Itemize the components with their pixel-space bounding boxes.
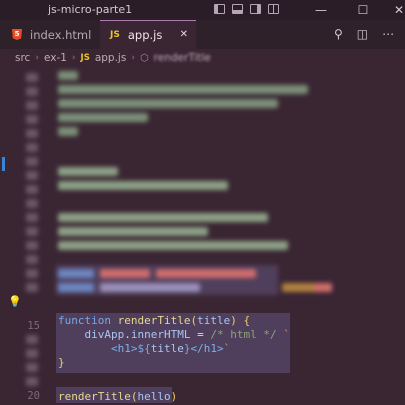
tab-label: index.html [30,27,92,42]
code-line[interactable]: divApp.innerHTML = /* html */ ` [58,328,290,342]
code-token: divApp [84,328,125,341]
line-number-gutter: 15 20 💡 [0,67,48,405]
js-icon: JS [80,53,90,63]
breadcrumb-src[interactable]: src [15,52,30,64]
code-token: </h1> [190,342,224,355]
code-token: ${ [137,342,151,355]
chevron-right-icon: › [131,53,135,63]
chevron-right-icon: › [71,53,76,63]
breadcrumb-folder[interactable]: ex-1 [44,52,67,64]
line-number: 20 [27,390,40,402]
code-token: <h1> [110,342,138,355]
code-token: function [58,314,111,327]
code-token: title [150,342,184,355]
code-area[interactable]: function renderTitle(title) { divApp.inn… [52,67,405,405]
code-line[interactable]: } [58,356,65,370]
code-token: title [197,314,231,327]
code-editor[interactable]: 15 20 💡 function renderTitle(title) {di… [0,67,405,405]
chevron-right-icon: › [35,53,39,63]
code-line[interactable]: <h1>${title}</h1>` [58,342,230,356]
code-token: } [58,356,65,369]
customize-layout-icon[interactable] [268,4,279,14]
layout-controls [214,4,279,14]
window-title: js-micro-parte1 [48,3,133,16]
tab-app-js[interactable]: JS app.js ✕ [100,20,196,49]
breadcrumb: src › ex-1 › JS app.js › ⬡ renderTitle [0,49,405,67]
code-token: renderTitle [117,314,191,327]
code-token: ` [223,342,231,355]
html5-icon: 5 [12,29,22,40]
code-token: /* html */ [210,328,277,341]
code-token: hello [137,390,171,403]
code-line[interactable]: function renderTitle(title) { [58,314,250,328]
code-token: innerHTML [130,328,191,341]
more-actions-icon[interactable]: ⋯ [382,27,394,41]
code-token: . [124,328,131,341]
code-token: = [190,328,211,341]
code-token: ` [283,328,290,341]
symbol-function-icon: ⬡ [139,52,149,64]
tab-index-html[interactable]: 5 index.html [0,20,100,49]
breadcrumb-file[interactable]: app.js [95,52,127,64]
js-icon: JS [110,30,120,40]
lightbulb-icon[interactable]: 💡 [8,295,22,308]
breadcrumb-symbol[interactable]: renderTitle [154,52,211,64]
close-tab-icon[interactable]: ✕ [180,29,188,40]
code-token: ) [230,314,237,327]
close-window-button[interactable]: ✕ [378,0,405,20]
toggle-panel-icon[interactable] [232,4,243,14]
broadcast-icon[interactable]: ⚲ [334,27,343,41]
code-token: { [243,314,251,327]
line-number: 15 [27,320,40,332]
code-line[interactable]: renderTitle(hello) [58,390,177,404]
title-bar: js-micro-parte1 — ☐ ✕ [0,0,405,21]
code-token: ) [170,390,178,403]
tab-label: app.js [127,28,163,42]
minimize-button[interactable]: — [300,0,342,20]
toggle-secondary-sidebar-icon[interactable] [250,4,261,14]
code-token: renderTitle [58,390,131,403]
split-editor-icon[interactable]: ◫ [357,27,368,41]
toggle-sidebar-icon[interactable] [214,4,225,14]
modified-line-marker [2,157,5,171]
editor-actions: ⚲ ◫ ⋯ [334,27,394,41]
